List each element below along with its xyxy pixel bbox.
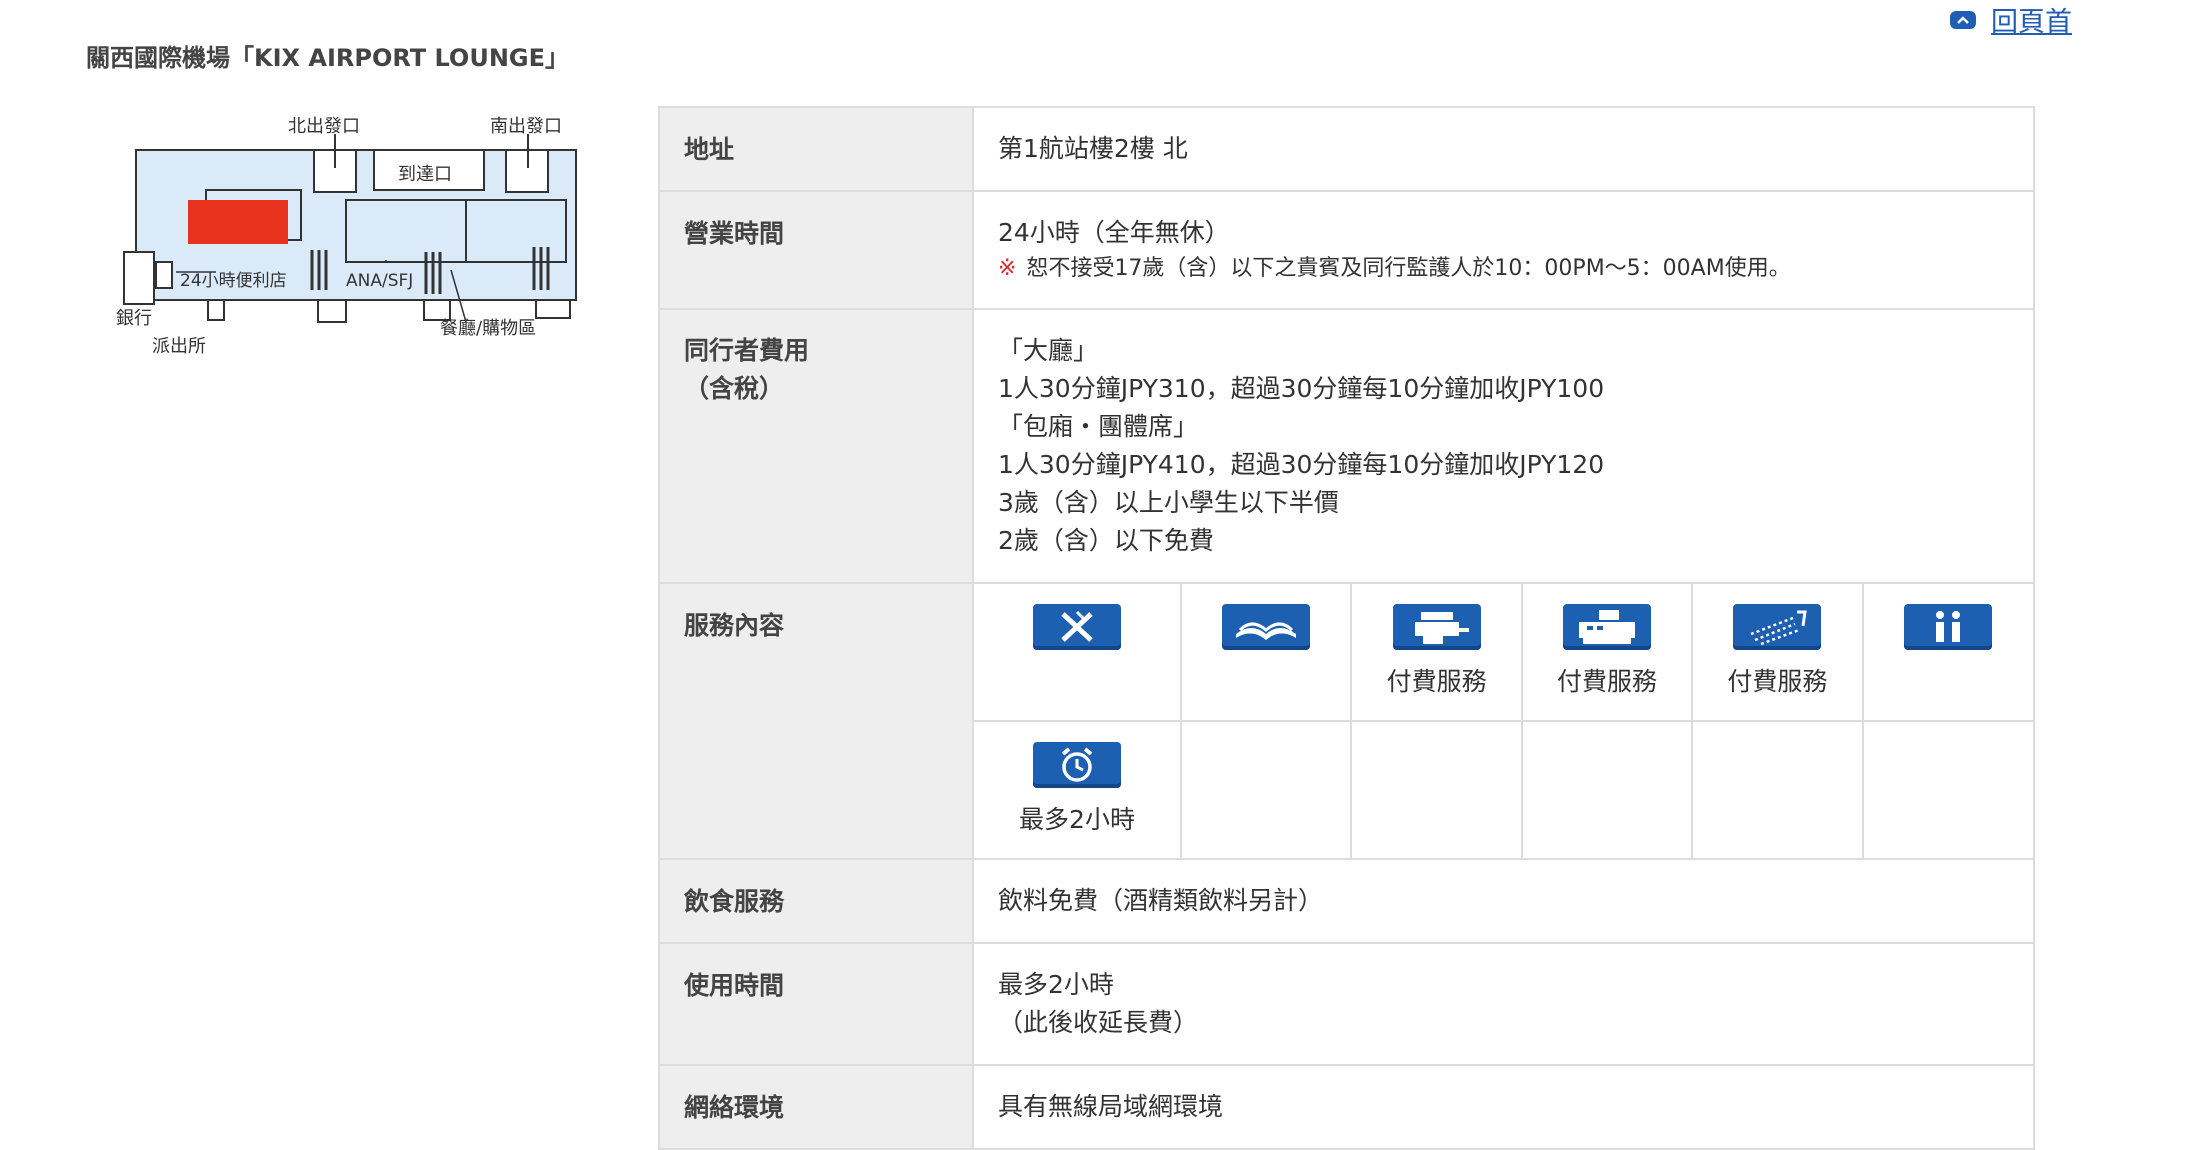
table-row: 飲食服務 飲料免費（酒精類飲料另計） <box>658 858 2035 944</box>
fee-line: 1人30分鐘JPY310，超過30分鐘每10分鐘加收JPY100 <box>998 374 1605 403</box>
network-value: 具有無線局域網環境 <box>972 1064 2035 1150</box>
network-label: 網絡環境 <box>658 1064 974 1150</box>
map-label-north-exit: 北出發口 <box>288 116 360 137</box>
service-item: 付費服務 <box>1520 584 1694 722</box>
service-caption: 付費服務 <box>1556 667 1657 696</box>
hours-value: 24小時（全年無休） <box>998 218 1230 247</box>
fee-line: 「包廂・團體席」 <box>998 412 1199 441</box>
table-row: 服務內容 付費服務 付費服務 付費服務 最多2小時 <box>658 582 2035 860</box>
page-title: 關西國際機場「KIX AIRPORT LOUNGE」 <box>86 44 569 72</box>
service-caption: 付費服務 <box>1386 667 1487 696</box>
table-row: 同行者費用 （含稅） 「大廳」 1人30分鐘JPY310，超過30分鐘每10分鐘… <box>658 308 2035 584</box>
hours-label: 營業時間 <box>658 190 974 310</box>
information-icon <box>1904 604 1993 650</box>
shower-icon <box>1733 604 1822 650</box>
usage-value-line2: （此後收延長費） <box>998 1008 1199 1037</box>
service-item: 付費服務 <box>1691 584 1864 722</box>
service-caption: 付費服務 <box>1727 667 1828 696</box>
map-label-dining: 餐廳/購物區 <box>440 318 536 339</box>
food-label: 飲食服務 <box>658 858 974 944</box>
map-label-bank: 銀行 <box>116 308 152 329</box>
alarm-clock-icon <box>1033 742 1121 788</box>
hours-note-text: 恕不接受17歲（含）以下之貴賓及同行監護人於10：00PM～5：00AM使用。 <box>1026 256 1791 281</box>
magazine-icon <box>1222 604 1311 650</box>
fee-line: 「大廳」 <box>998 336 1099 365</box>
service-item <box>1179 584 1353 722</box>
food-value: 飲料免費（酒精類飲料另計） <box>972 858 2035 944</box>
fee-line: 2歲（含）以下免費 <box>998 526 1214 555</box>
usage-label: 使用時間 <box>658 942 974 1066</box>
map-label-arrival: 到達口 <box>398 164 452 185</box>
services-grid: 付費服務 付費服務 付費服務 最多2小時 <box>974 584 2033 858</box>
fee-line: 3歲（含）以上小學生以下半價 <box>998 488 1339 517</box>
map-label-convenience: 24小時便利店 <box>180 271 287 291</box>
usage-cell: 最多2小時 （此後收延長費） <box>972 942 2035 1066</box>
floor-map: 北出發口 南出發口 到達口 24小時便利店 ANA/SFJ 銀行 派出所 餐廳/… <box>116 112 586 377</box>
hours-cell: 24小時（全年無休） ※ 恕不接受17歲（含）以下之貴賓及同行監護人於10：00P… <box>972 190 2035 310</box>
copy-machine-icon <box>1392 604 1481 650</box>
map-label-police: 派出所 <box>152 336 206 357</box>
fee-label: 同行者費用 （含稅） <box>658 308 974 584</box>
service-empty <box>1520 720 1694 858</box>
service-item <box>1861 584 2033 722</box>
fee-line: 1人30分鐘JPY410，超過30分鐘每10分鐘加收JPY120 <box>998 450 1605 479</box>
service-empty <box>1861 720 2033 858</box>
hours-note: ※ 恕不接受17歲（含）以下之貴賓及同行監護人於10：00PM～5：00AM使用。 <box>998 252 2009 286</box>
services-cell: 付費服務 付費服務 付費服務 最多2小時 <box>972 582 2035 860</box>
table-row: 營業時間 24小時（全年無休） ※ 恕不接受17歲（含）以下之貴賓及同行監護人於1… <box>658 190 2035 310</box>
back-to-top-label[interactable]: 回頁首 <box>1991 0 2072 39</box>
table-row: 網絡環境 具有無線局域網環境 <box>658 1064 2035 1150</box>
fee-label-line1: 同行者費用 <box>684 336 810 365</box>
service-empty <box>1691 720 1864 858</box>
usage-value-line1: 最多2小時 <box>998 970 1114 999</box>
table-row: 地址 第1航站樓2樓 北 <box>658 106 2035 192</box>
service-item <box>974 584 1182 722</box>
back-to-top-link[interactable]: 回頁首 <box>1950 0 2072 39</box>
service-caption: 最多2小時 <box>1019 805 1135 834</box>
note-mark: ※ <box>998 256 1017 281</box>
table-row: 使用時間 最多2小時 （此後收延長費） <box>658 942 2035 1066</box>
no-smoking-icon <box>1033 604 1121 650</box>
map-label-ana: ANA/SFJ <box>346 271 413 291</box>
fee-label-line2: （含稅） <box>684 374 785 403</box>
service-item: 最多2小時 <box>974 720 1182 858</box>
address-value: 第1航站樓2樓 北 <box>972 106 2035 192</box>
service-empty <box>1350 720 1523 858</box>
fax-icon <box>1562 604 1651 650</box>
services-label: 服務內容 <box>658 582 974 860</box>
address-label: 地址 <box>658 106 974 192</box>
map-label-south-exit: 南出發口 <box>490 116 562 137</box>
lounge-info-table: 地址 第1航站樓2樓 北 營業時間 24小時（全年無休） ※ 恕不接受17歲（含）… <box>658 106 2035 1150</box>
service-item: 付費服務 <box>1350 584 1523 722</box>
chevron-up-icon <box>1950 10 1976 29</box>
service-empty <box>1179 720 1353 858</box>
fee-cell: 「大廳」 1人30分鐘JPY310，超過30分鐘每10分鐘加收JPY100 「包… <box>972 308 2035 584</box>
